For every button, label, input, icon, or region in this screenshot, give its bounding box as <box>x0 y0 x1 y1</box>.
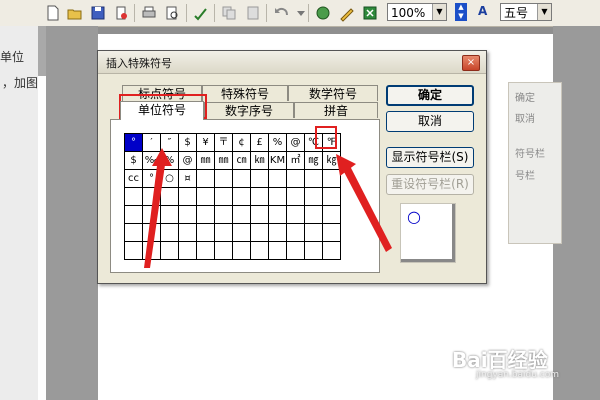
annotation-arrows <box>144 148 392 268</box>
annotation-arrow-left <box>144 158 166 268</box>
tab-units[interactable]: 单位符号 <box>120 101 204 120</box>
baidu-watermark: Bai百经验 <box>452 348 548 372</box>
baidu-watermark-url: jingyan.baidu.com <box>476 370 560 380</box>
annotation-arrowhead-left <box>152 148 172 166</box>
annotation-arrow-right <box>343 166 392 252</box>
